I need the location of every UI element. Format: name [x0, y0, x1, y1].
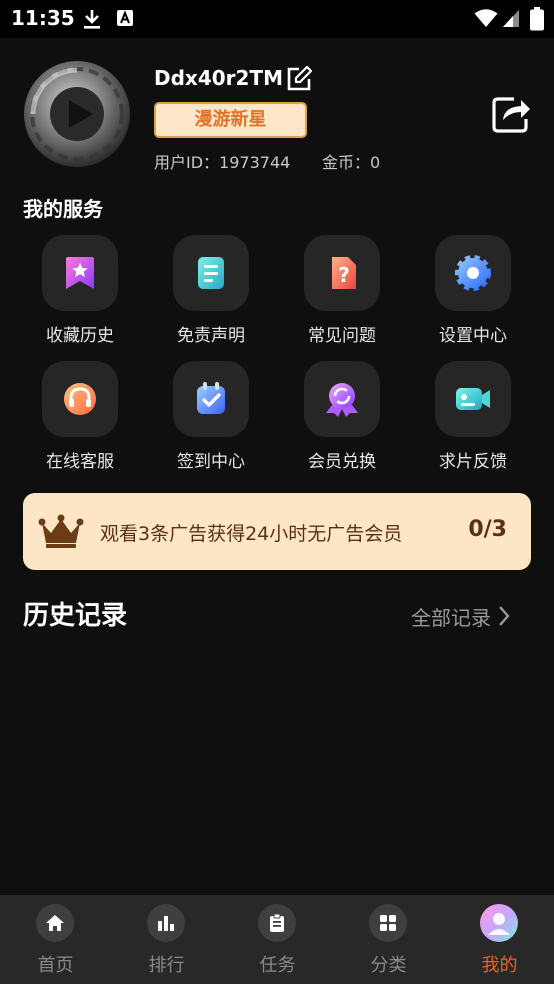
wifi-icon [474, 9, 498, 27]
task-clipboard-icon [270, 913, 284, 932]
headset-icon [64, 383, 96, 415]
category-grid-icon [380, 915, 396, 931]
tab-label: 任务 [259, 955, 296, 976]
download-icon [84, 10, 100, 29]
service-label: 常见问题 [308, 326, 376, 346]
tab-mine[interactable]: 我的 [444, 895, 554, 984]
gear-icon [455, 255, 491, 291]
tab-categories[interactable]: 分类 [333, 895, 444, 984]
bottom-tab-bar: 首页 排行 任务 分类 我的 [0, 895, 554, 984]
checkin-icon [197, 382, 225, 414]
crown-icon [38, 514, 84, 548]
tab-label: 首页 [37, 955, 74, 976]
tab-label: 分类 [370, 955, 407, 976]
history-view-all-link[interactable]: 全部记录 [411, 601, 511, 631]
tab-label: 我的 [481, 955, 518, 976]
service-label: 收藏历史 [46, 326, 114, 346]
status-bar: 11:35 [0, 0, 554, 38]
tab-home[interactable]: 首页 [0, 895, 111, 984]
document-icon [198, 257, 224, 289]
coin-balance: 金币：0 [322, 153, 381, 172]
ranking-icon [158, 916, 174, 931]
app-notification-icon [117, 10, 133, 26]
services-title: 我的服务 [23, 197, 103, 221]
service-request-feedback[interactable]: 求片反馈 [423, 361, 523, 476]
video-camera-icon [456, 388, 490, 410]
question-icon: ? [332, 257, 356, 289]
status-time: 11:35 [11, 6, 75, 30]
service-checkin[interactable]: 签到中心 [161, 361, 261, 476]
avatar[interactable] [23, 60, 131, 168]
battery-icon [530, 7, 544, 31]
tab-label: 排行 [148, 955, 185, 976]
service-settings[interactable]: 设置中心 [423, 235, 523, 350]
profile-avatar-icon [480, 904, 518, 942]
tab-tasks[interactable]: 任务 [222, 895, 333, 984]
username: Ddx40r2TM [154, 66, 283, 90]
service-faq[interactable]: ? 常见问题 [292, 235, 392, 350]
svg-text:?: ? [338, 263, 350, 287]
service-label: 设置中心 [439, 326, 507, 346]
ad-reward-banner[interactable]: 观看3条广告获得24小时无广告会员 0/3 [23, 493, 531, 570]
service-label: 在线客服 [46, 452, 114, 472]
share-icon[interactable] [490, 93, 532, 135]
chevron-right-icon [499, 606, 510, 626]
service-label: 签到中心 [177, 452, 245, 472]
history-view-all-label: 全部记录 [411, 605, 491, 630]
history-title: 历史记录 [23, 601, 128, 631]
service-label: 免责声明 [177, 326, 245, 346]
service-label: 会员兑换 [308, 452, 376, 472]
tab-ranking[interactable]: 排行 [111, 895, 222, 984]
user-id: 用户ID：1973744 [154, 153, 291, 172]
service-disclaimer[interactable]: 免责声明 [161, 235, 261, 350]
service-favorites-history[interactable]: 收藏历史 [30, 235, 130, 350]
service-vip-exchange[interactable]: 会员兑换 [292, 361, 392, 476]
service-online-support[interactable]: 在线客服 [30, 361, 130, 476]
bookmark-star-icon [66, 257, 94, 289]
home-icon [46, 915, 64, 931]
ad-banner-text: 观看3条广告获得24小时无广告会员 [100, 523, 403, 545]
ad-progress: 0/3 [468, 517, 507, 542]
level-badge: 漫游新星 [154, 102, 307, 138]
exchange-medal-icon [326, 383, 358, 417]
signal-icon [503, 10, 519, 27]
edit-icon[interactable] [285, 65, 313, 93]
service-label: 求片反馈 [439, 452, 507, 472]
